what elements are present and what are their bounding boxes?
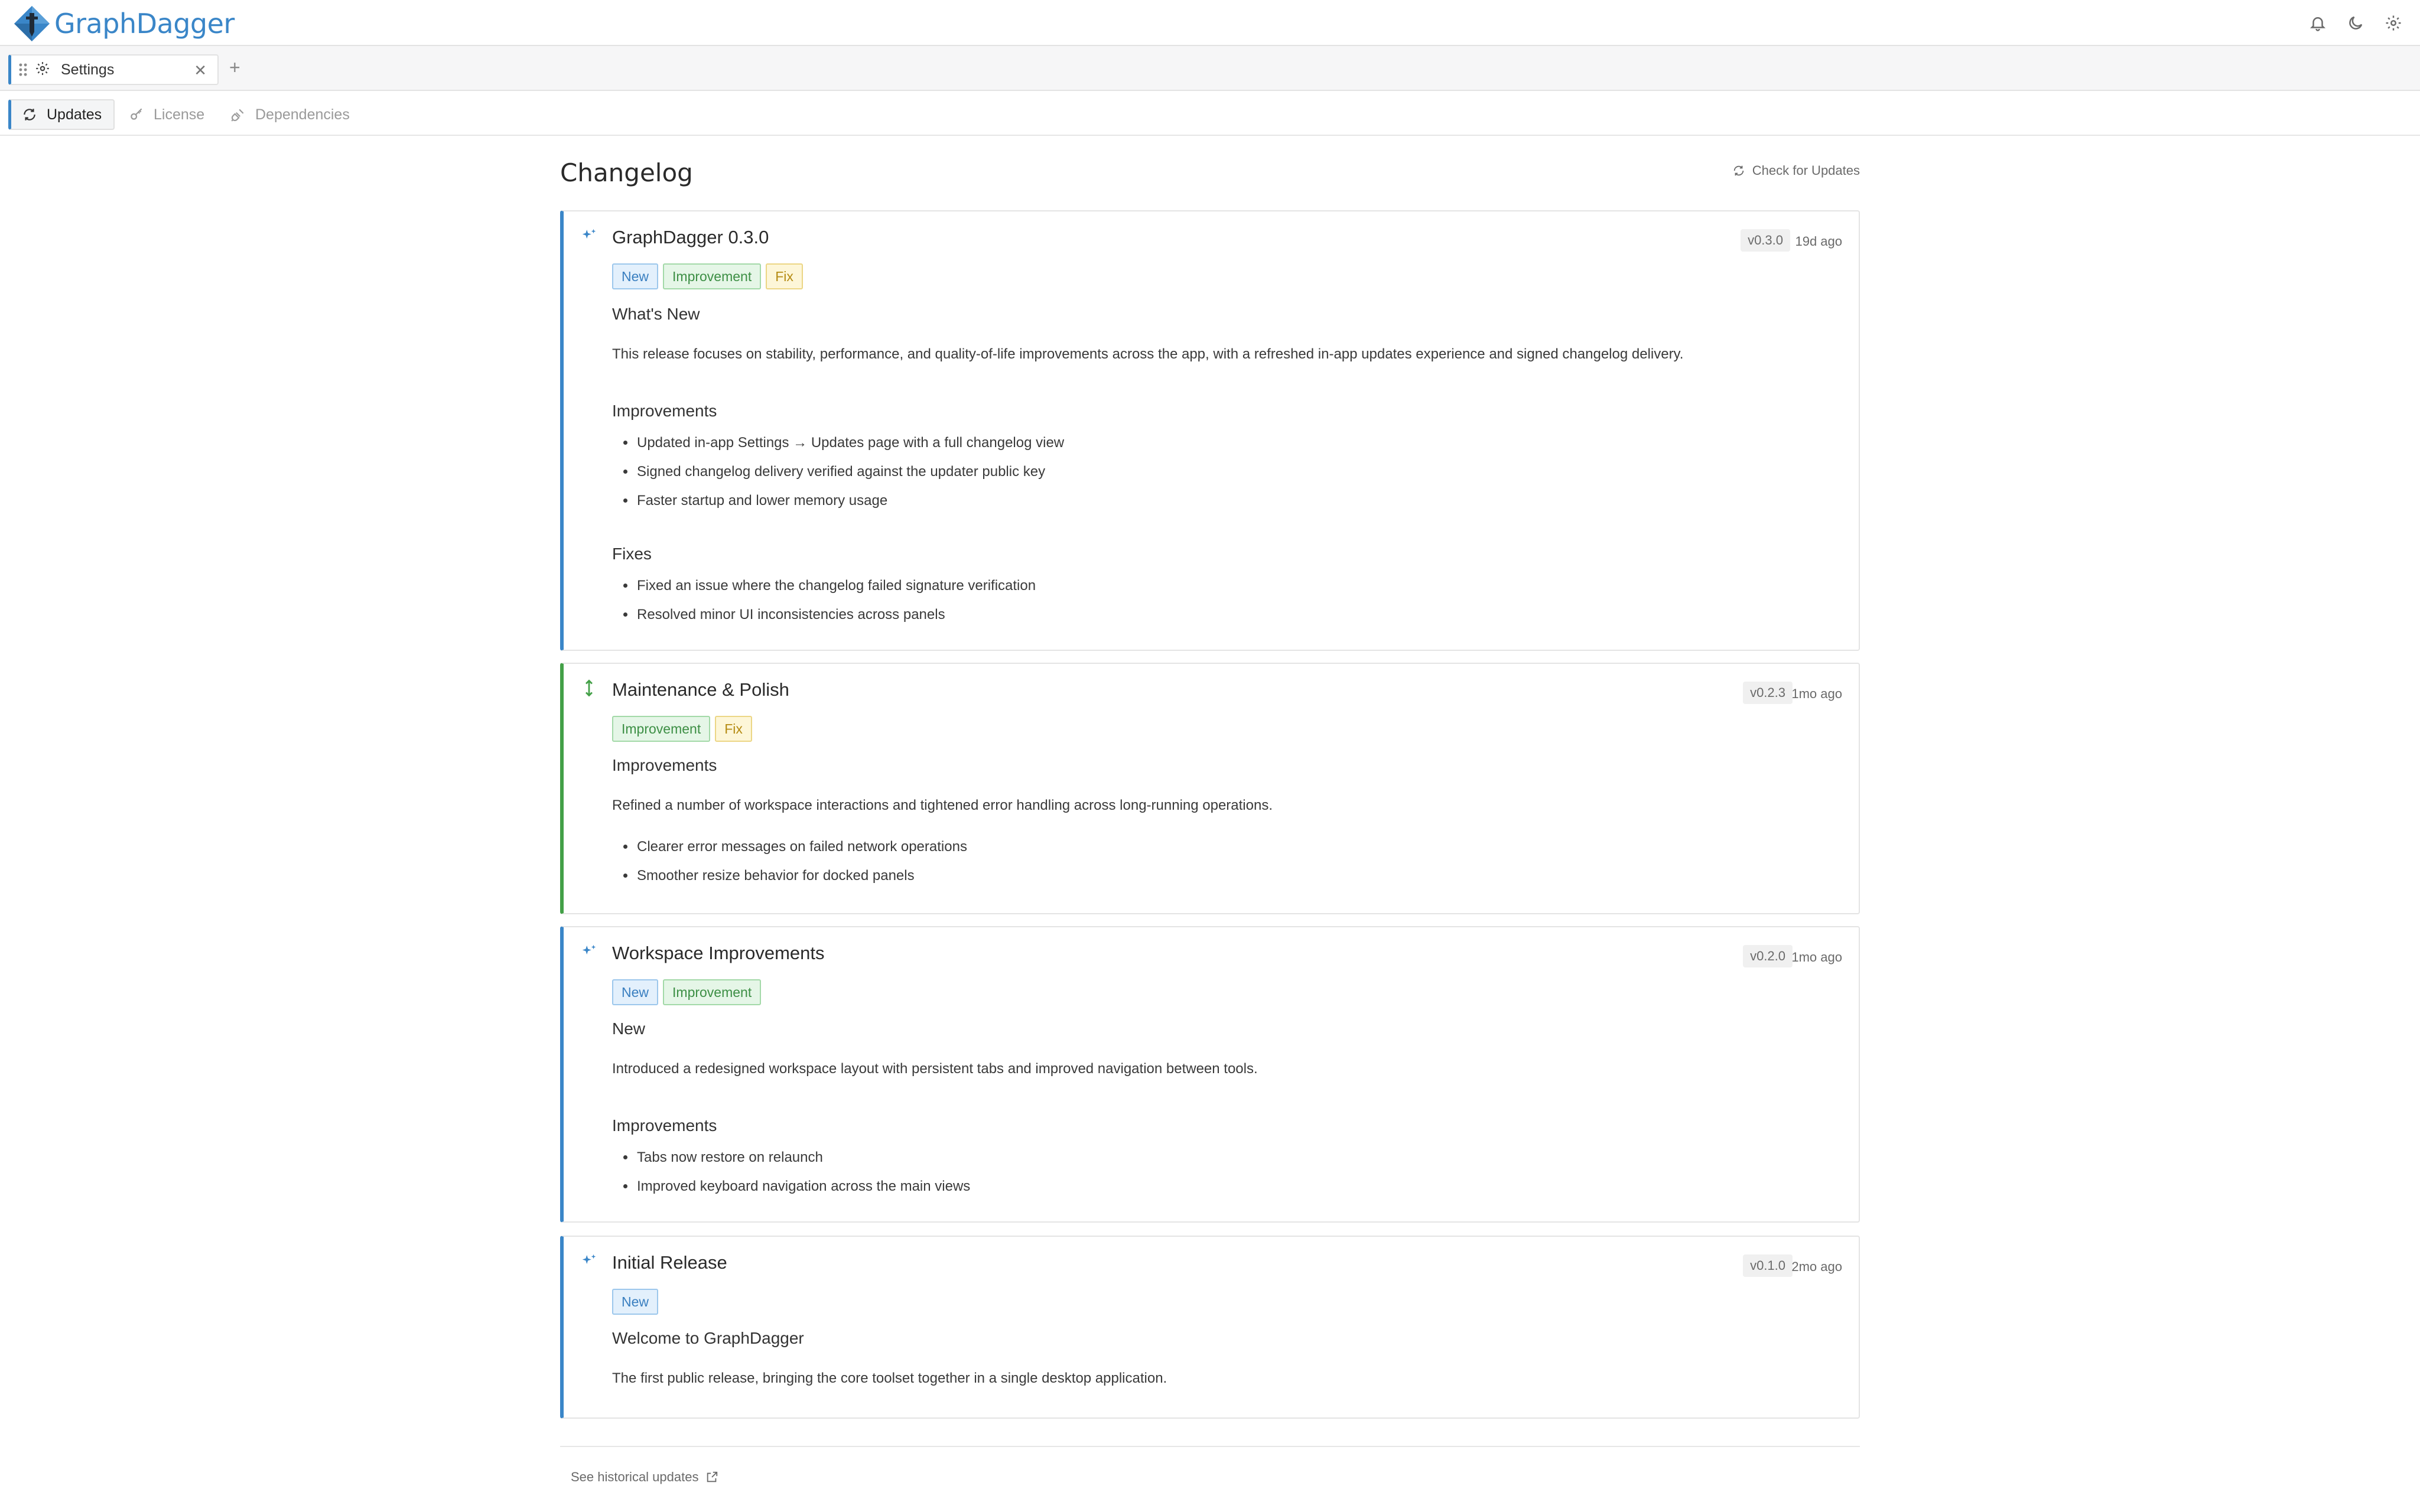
settings-subnav: Updates License Dependencies	[0, 91, 2420, 136]
section-heading: New	[612, 1019, 646, 1038]
list-item: Fixed an issue where the changelog faile…	[636, 574, 1036, 603]
gear-icon[interactable]	[2382, 12, 2405, 34]
sparkles-icon	[580, 1252, 598, 1270]
section-heading: Improvements	[612, 756, 717, 774]
close-tab-icon[interactable]: ✕	[194, 61, 207, 80]
tab-label: Settings	[61, 61, 115, 78]
arrows-vertical-icon	[580, 679, 598, 697]
section-text: Refined a number of workspace interactio…	[612, 797, 1273, 813]
release-card: Initial Release v0.1.0 2mo ago New Welco…	[560, 1236, 1860, 1419]
version-badge: v0.2.0	[1743, 945, 1793, 967]
section-text: The first public release, bringing the c…	[612, 1370, 1167, 1386]
drag-handle-icon[interactable]	[11, 62, 35, 77]
release-card: Maintenance & Polish v0.2.3 1mo ago Impr…	[560, 663, 1860, 914]
bell-icon[interactable]	[2307, 12, 2329, 34]
subnav-dependencies[interactable]: Dependencies	[230, 99, 350, 130]
section-heading: What's New	[612, 305, 700, 323]
settings-gear-icon	[35, 61, 50, 79]
subnav-license-label: License	[154, 106, 205, 123]
check-updates-button[interactable]: Check for Updates	[1732, 163, 1860, 178]
refresh-icon	[24, 109, 35, 120]
list-item: Faster startup and lower memory usage	[636, 489, 1064, 518]
historical-updates-label: See historical updates	[571, 1469, 699, 1484]
subnav-license[interactable]: License	[129, 99, 204, 130]
release-title: GraphDagger 0.3.0	[612, 227, 769, 247]
app-header: GraphDagger	[0, 0, 2420, 46]
section-text: This release focuses on stability, perfo…	[612, 346, 1684, 362]
release-title: Maintenance & Polish	[612, 679, 789, 700]
sparkles-icon	[580, 943, 598, 960]
historical-updates-link[interactable]: See historical updates	[571, 1469, 718, 1485]
badge-fix: Fix	[766, 263, 803, 289]
badge-new: New	[612, 979, 659, 1005]
graphdagger-logo-icon	[14, 6, 50, 41]
subnav-updates-label: Updates	[47, 106, 102, 123]
divider	[560, 1446, 1860, 1447]
version-badge: v0.2.3	[1743, 682, 1793, 704]
section-heading: Welcome to GraphDagger	[612, 1329, 804, 1347]
release-card: GraphDagger 0.3.0 v0.3.0 19d ago New Imp…	[560, 210, 1860, 651]
app-logo[interactable]: GraphDagger	[13, 5, 235, 43]
moon-icon[interactable]	[2344, 12, 2367, 34]
list-item: Improved keyboard navigation across the …	[636, 1175, 970, 1204]
list-item: Smoother resize behavior for docked pane…	[636, 864, 967, 893]
section-heading: Improvements	[612, 1116, 717, 1135]
key-icon	[131, 108, 142, 120]
subnav-updates[interactable]: Updates	[8, 99, 115, 130]
release-age: 1mo ago	[1791, 950, 1842, 964]
list-item: Clearer error messages on failed network…	[636, 835, 967, 864]
section-heading: Improvements	[612, 402, 717, 420]
release-card: Workspace Improvements v0.2.0 1mo ago Ne…	[560, 926, 1860, 1223]
list-item: Updated in-app Settings → Updates page w…	[636, 431, 1064, 460]
badge-improvement: Improvement	[663, 979, 762, 1005]
page-title: Changelog	[560, 158, 693, 187]
version-badge: v0.3.0	[1741, 229, 1790, 252]
badge-improvement: Improvement	[612, 716, 711, 742]
add-tab-button[interactable]: +	[229, 57, 240, 79]
tab-settings[interactable]: Settings ✕	[8, 54, 219, 85]
badge-fix: Fix	[715, 716, 752, 742]
section-text: Introduced a redesigned workspace layout…	[612, 1061, 1258, 1077]
tab-strip: Settings ✕	[0, 46, 2420, 91]
check-updates-label: Check for Updates	[1752, 163, 1860, 178]
release-age: 19d ago	[1795, 234, 1842, 249]
sparkles-icon	[580, 227, 598, 245]
list-item: Resolved minor UI inconsistencies across…	[636, 603, 1036, 632]
badge-new: New	[612, 1289, 659, 1315]
badge-new: New	[612, 263, 659, 289]
badge-improvement: Improvement	[663, 263, 762, 289]
version-badge: v0.1.0	[1743, 1254, 1793, 1277]
release-age: 1mo ago	[1791, 686, 1842, 701]
app-name: GraphDagger	[54, 8, 235, 40]
list-item: Tabs now restore on relaunch	[636, 1146, 970, 1175]
release-age: 2mo ago	[1791, 1259, 1842, 1274]
refresh-icon	[1733, 165, 1744, 176]
plug-icon	[231, 109, 244, 122]
external-link-icon	[707, 1471, 718, 1482]
subnav-dependencies-label: Dependencies	[255, 106, 350, 123]
release-title: Initial Release	[612, 1252, 727, 1273]
section-heading: Fixes	[612, 545, 652, 563]
release-title: Workspace Improvements	[612, 943, 825, 963]
list-item: Signed changelog delivery verified again…	[636, 460, 1064, 489]
